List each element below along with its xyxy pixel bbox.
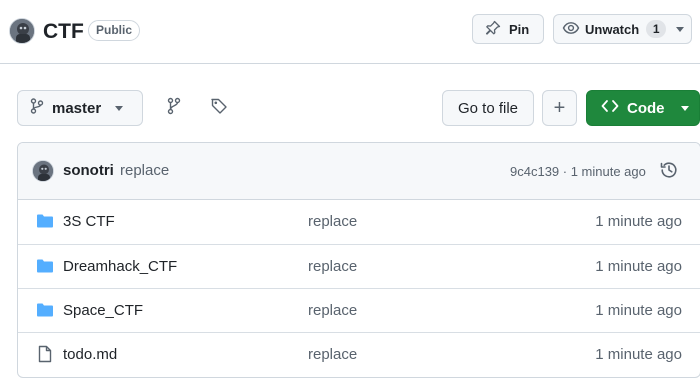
unwatch-label: Unwatch — [585, 21, 640, 37]
chevron-down-icon — [680, 105, 689, 111]
tags-link[interactable] — [206, 95, 232, 121]
file-time: 1 minute ago — [595, 302, 682, 319]
history-button[interactable] — [658, 161, 680, 183]
folder-icon — [36, 257, 54, 275]
visibility-badge: Public — [88, 20, 141, 41]
folder-icon — [36, 212, 54, 230]
file-commit-message[interactable]: replace — [308, 302, 357, 319]
file-commit-message[interactable]: replace — [308, 258, 357, 275]
branches-link[interactable] — [161, 95, 187, 121]
pin-icon — [485, 20, 501, 39]
chevron-down-icon — [115, 105, 124, 111]
code-label: Code — [627, 99, 665, 117]
file-name[interactable]: Dreamhack_CTF — [63, 258, 177, 275]
go-to-file-button[interactable]: Go to file — [442, 90, 534, 126]
commit-meta[interactable]: 9c4c139 · 1 minute ago — [510, 164, 646, 179]
file-name[interactable]: Space_CTF — [63, 302, 143, 319]
folder-icon — [36, 301, 54, 319]
pin-label: Pin — [509, 21, 530, 37]
file-row[interactable]: 3S CTF replace 1 minute ago — [18, 200, 700, 244]
file-name[interactable]: 3S CTF — [63, 213, 115, 230]
file-row[interactable]: Dreamhack_CTF replace 1 minute ago — [18, 244, 700, 288]
watch-count: 1 — [646, 20, 667, 38]
file-row[interactable]: Space_CTF replace 1 minute ago — [18, 288, 700, 332]
unwatch-button[interactable]: Unwatch 1 — [553, 14, 692, 44]
commit-message[interactable]: replace — [120, 162, 169, 179]
file-time: 1 minute ago — [595, 346, 682, 363]
tag-icon — [210, 97, 228, 120]
branch-name: master — [52, 99, 102, 117]
file-time: 1 minute ago — [595, 258, 682, 275]
file-commit-message[interactable]: replace — [308, 346, 357, 363]
pin-button[interactable]: Pin — [472, 14, 544, 44]
code-icon — [601, 99, 619, 117]
repo-header: CTF Public Pin Unwatch 1 — [0, 0, 700, 64]
repo-name[interactable]: CTF — [43, 19, 84, 45]
file-icon — [36, 345, 54, 363]
chevron-down-icon — [676, 26, 685, 32]
owner-avatar[interactable] — [9, 18, 35, 44]
latest-commit-bar: sonotri replace 9c4c139 · 1 minute ago — [18, 143, 700, 200]
commit-author[interactable]: sonotri — [63, 162, 114, 179]
history-icon — [659, 160, 679, 185]
file-browser: sonotri replace 9c4c139 · 1 minute ago 3… — [17, 142, 700, 378]
code-button[interactable]: Code — [586, 90, 700, 126]
branches-icon — [167, 97, 181, 120]
commit-author-avatar[interactable] — [32, 160, 54, 182]
file-row[interactable]: todo.md replace 1 minute ago — [18, 332, 700, 376]
eye-icon — [562, 20, 580, 39]
branch-select-button[interactable]: master — [17, 90, 143, 126]
file-commit-message[interactable]: replace — [308, 213, 357, 230]
file-name[interactable]: todo.md — [63, 346, 117, 363]
add-file-button[interactable]: + — [542, 90, 577, 126]
file-time: 1 minute ago — [595, 213, 682, 230]
git-branch-icon — [30, 98, 44, 118]
